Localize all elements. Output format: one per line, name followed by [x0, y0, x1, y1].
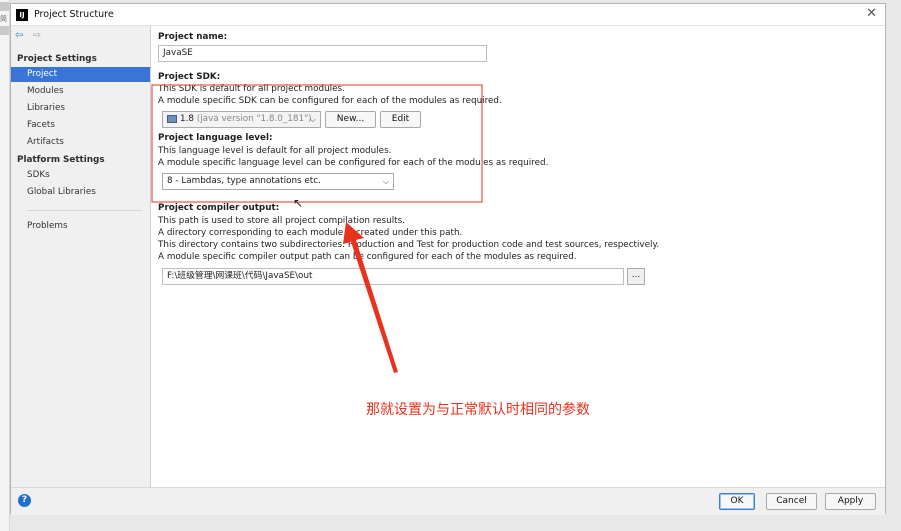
background-fragment [0, 26, 9, 35]
language-level-description-line-2: A module specific language level can be … [158, 158, 549, 168]
chevron-down-icon: ⌵ [382, 177, 389, 186]
back-arrow-icon[interactable]: ⇦ [15, 30, 23, 41]
compiler-output-description-line-1: This path is used to store all project c… [158, 216, 405, 226]
chevron-down-icon: ⌵ [309, 115, 316, 124]
compiler-output-label: Project compiler output: [158, 203, 280, 213]
sidebar-item-sdks[interactable]: SDKs [11, 168, 150, 183]
language-level-value: 8 - Lambdas, type annotations etc. [167, 176, 321, 186]
ok-button[interactable]: OK [719, 493, 755, 510]
mouse-cursor-icon: ↖ [293, 196, 304, 210]
project-sdk-label: Project SDK: [158, 72, 221, 82]
sidebar-item-global-libraries[interactable]: Global Libraries [11, 185, 150, 200]
language-level-label: Project language level: [158, 133, 273, 143]
project-name-input[interactable]: JavaSE [158, 45, 487, 62]
language-level-description-line-1: This language level is default for all p… [158, 146, 392, 156]
sidebar-item-facets[interactable]: Facets [11, 118, 150, 133]
language-level-select[interactable]: 8 - Lambdas, type annotations etc. ⌵ [162, 173, 394, 190]
compiler-output-description-line-3: This directory contains two subdirectori… [158, 240, 660, 250]
sidebar-item-modules[interactable]: Modules [11, 84, 150, 99]
compiler-output-path-input[interactable]: F:\班级管理\网课班\代码\JavaSE\out [162, 268, 624, 285]
sidebar-item-libraries[interactable]: Libraries [11, 101, 150, 116]
background-fragment [0, 2, 9, 11]
window-title: Project Structure [34, 9, 114, 20]
compiler-output-description-line-2: A directory corresponding to each module… [158, 228, 463, 238]
close-icon[interactable]: ✕ [866, 7, 877, 21]
sdk-description-line-2: A module specific SDK can be configured … [158, 96, 502, 106]
cancel-button[interactable]: Cancel [766, 493, 817, 510]
nav-arrows: ⇦ ⇨ [15, 30, 41, 41]
annotation-caption: 那就设置为与正常默认时相同的参数 [366, 402, 590, 418]
jdk-folder-icon [167, 114, 177, 123]
sidebar-item-project[interactable]: Project [11, 67, 150, 82]
sidebar-item-problems[interactable]: Problems [11, 219, 150, 234]
settings-sidebar: ⇦ ⇨ Project Settings Project Modules Lib… [11, 26, 151, 487]
dialog-footer: ? OK Cancel Apply [11, 487, 885, 515]
browse-button[interactable]: ... [627, 268, 645, 285]
project-name-label: Project name: [158, 32, 228, 42]
compiler-output-description-line-4: A module specific compiler output path c… [158, 252, 577, 262]
sidebar-item-artifacts[interactable]: Artifacts [11, 135, 150, 150]
sidebar-divider [27, 210, 142, 211]
project-settings-header: Project Settings [17, 54, 97, 64]
intellij-logo-icon: IJ [16, 9, 28, 21]
new-sdk-button[interactable]: New... [325, 111, 376, 128]
platform-settings-header: Platform Settings [17, 155, 105, 165]
sdk-detail: (java version "1.8.0_181") [196, 114, 312, 124]
title-bar: IJ Project Structure ✕ [11, 4, 885, 26]
edit-sdk-button[interactable]: Edit [380, 111, 421, 128]
project-structure-dialog: IJ Project Structure ✕ ⇦ ⇨ Project Setti… [10, 3, 886, 515]
sdk-select[interactable]: 1.8 (java version "1.8.0_181") ⌵ [162, 111, 321, 128]
forward-arrow-icon[interactable]: ⇨ [33, 30, 41, 41]
apply-button[interactable]: Apply [825, 493, 876, 510]
sdk-version: 1.8 [180, 114, 194, 124]
background-desktop-strip: 简 [0, 0, 10, 531]
help-icon[interactable]: ? [18, 494, 31, 507]
sdk-description-line-1: This SDK is default for all project modu… [158, 84, 345, 94]
background-fragment-text: 简 [0, 15, 7, 23]
